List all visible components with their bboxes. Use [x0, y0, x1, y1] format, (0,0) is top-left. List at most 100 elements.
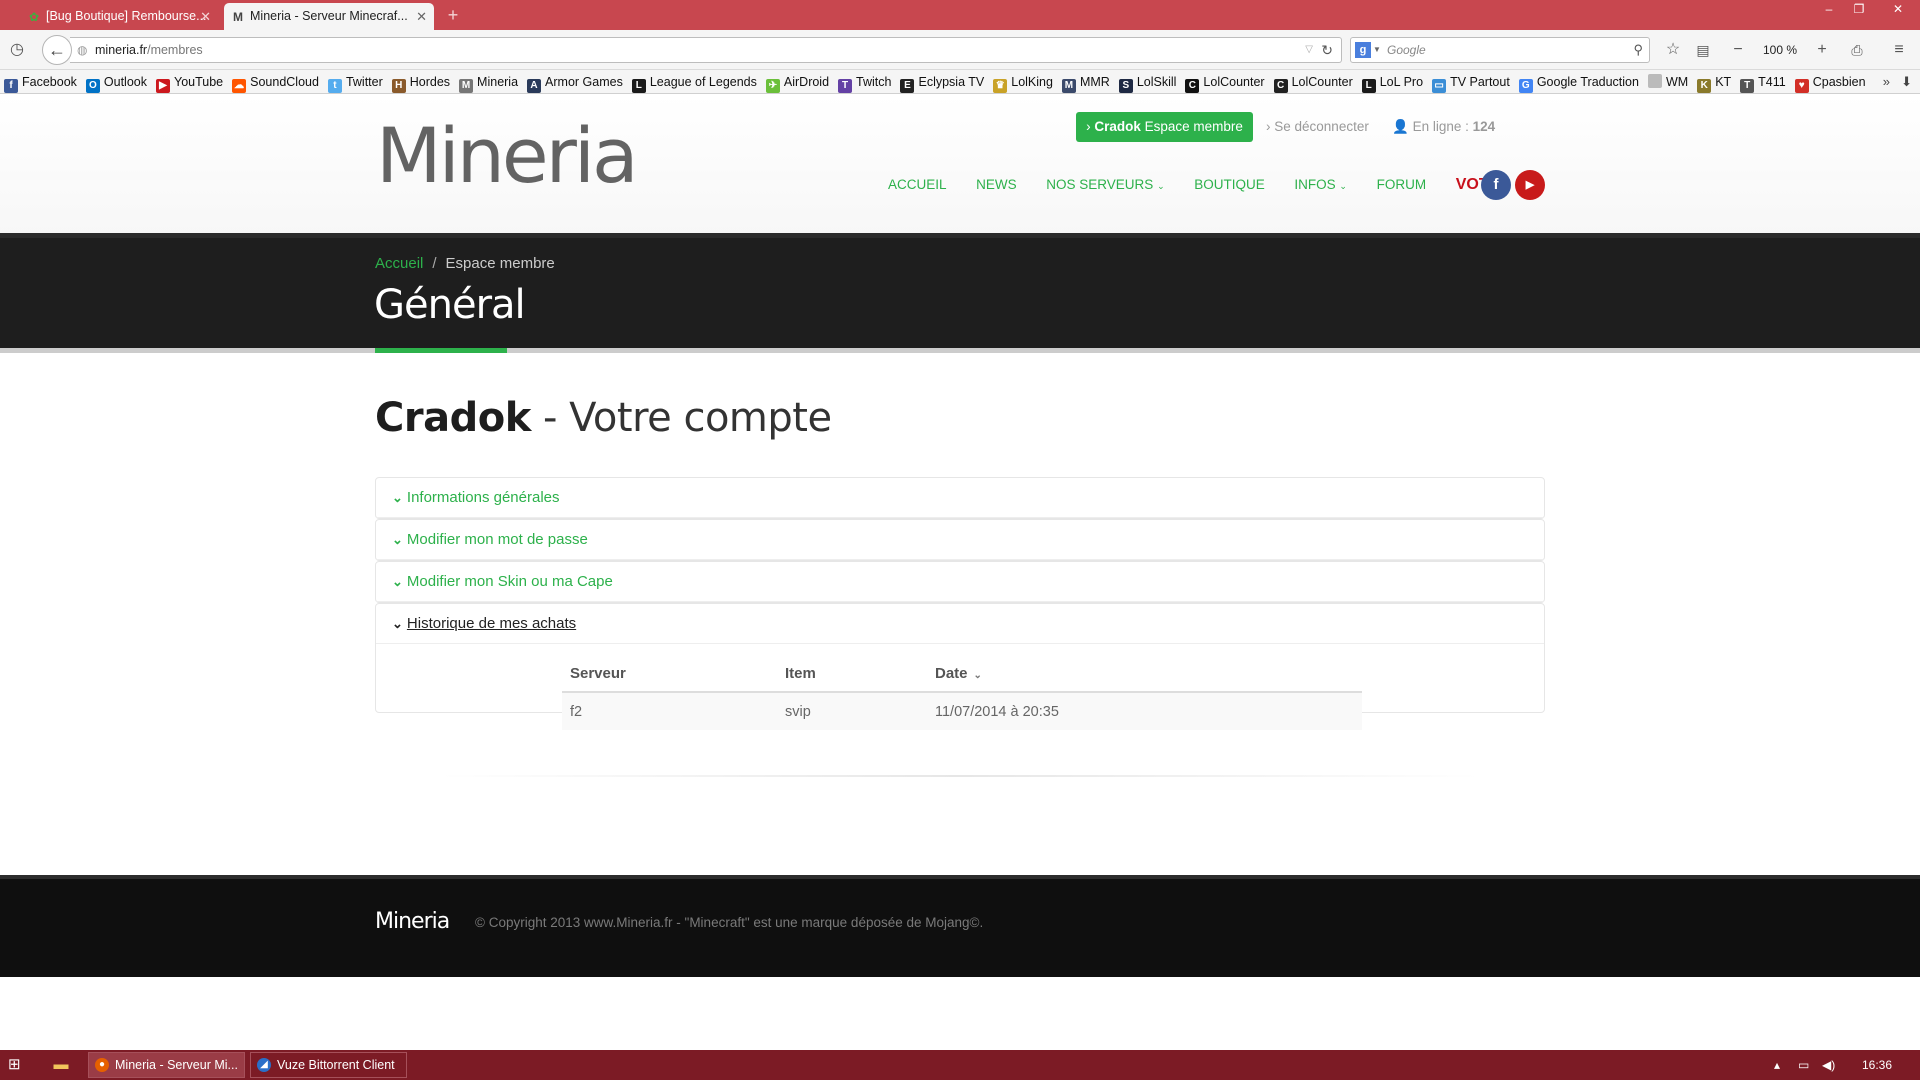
bookmark-item[interactable]: K KT	[1697, 70, 1731, 93]
bookmark-item[interactable]: E Eclypsia TV	[900, 70, 984, 93]
bookmark-star-icon[interactable]: ☆	[1662, 39, 1684, 61]
youtube-icon[interactable]: ▶	[1515, 170, 1545, 200]
download-icon[interactable]: ⬇	[1901, 70, 1912, 93]
bookmark-icon: ▶	[156, 79, 170, 93]
bookmark-item[interactable]: ✈ AirDroid	[765, 70, 829, 93]
column-header-serveur[interactable]: Serveur	[562, 656, 777, 693]
taskbar-vuze[interactable]: ◢ Vuze Bittorrent Client	[250, 1052, 407, 1078]
tab-bug-boutique[interactable]: ✿ [Bug Boutique] Remboursе... ✕	[20, 3, 218, 30]
bookmark-item[interactable]: T Twitch	[838, 70, 891, 93]
menu-nos-serveurs[interactable]: NOS SERVEURS ⌄	[1046, 168, 1164, 203]
bookmark-item[interactable]: H Hordes	[391, 70, 450, 93]
chevron-right-icon: ›	[1086, 119, 1091, 134]
folder-icon[interactable]: ▬	[50, 1055, 72, 1075]
taskbar-firefox[interactable]: ● Mineria - Serveur Mi...	[88, 1052, 245, 1078]
reload-icon[interactable]: ↻	[1321, 38, 1333, 62]
close-window-icon[interactable]: ✕	[1880, 0, 1916, 20]
new-tab-button[interactable]: +	[442, 3, 464, 27]
bookmark-item[interactable]: A Armor Games	[527, 70, 623, 93]
bookmark-item[interactable]: ▭ TV Partout	[1432, 70, 1510, 93]
breadcrumb-home[interactable]: Accueil	[375, 255, 423, 272]
panel-change-skin: ⌄ Modifier mon Skin ou ma Cape	[375, 561, 1545, 603]
bookmark-item[interactable]: ☁ SoundCloud	[232, 70, 319, 93]
close-tab-icon[interactable]: ✕	[200, 3, 211, 30]
engine-dropdown-icon[interactable]: ▼	[1373, 38, 1381, 62]
column-header-date-label: Date	[935, 665, 968, 682]
panel-general-info: ⌄ Informations générales	[375, 477, 1545, 519]
panel-header[interactable]: ⌄ Historique de mes achats	[376, 604, 1544, 644]
url-bar[interactable]: ◍ mineria.fr/membres ▽ ↻	[70, 37, 1342, 63]
bookmark-item[interactable]: O Outlook	[85, 70, 147, 93]
bookmark-item[interactable]: C LolCounter	[1185, 70, 1265, 93]
bookmark-icon: E	[900, 79, 915, 93]
globe-icon: ◍	[77, 43, 88, 57]
bookmark-item[interactable]: f Facebook	[4, 70, 77, 93]
mineria-icon: M	[233, 10, 243, 24]
bookmark-item[interactable]: M MMR	[1061, 70, 1110, 93]
tab-label: [Bug Boutique] Remboursе...	[46, 9, 207, 23]
online-count: 👤 En ligne : 124	[1392, 112, 1495, 142]
bookmark-icon: M	[1061, 79, 1076, 93]
facebook-icon[interactable]: f	[1481, 170, 1511, 200]
page-banner: Accueil / Espace membre Général	[0, 233, 1920, 353]
zoom-level[interactable]: 100 %	[1762, 39, 1798, 61]
panel-header[interactable]: ⌄ Informations générales	[376, 478, 1544, 518]
reading-list-icon[interactable]: ▤	[1692, 39, 1714, 61]
logout-link[interactable]: › Se déconnecter	[1266, 112, 1369, 142]
column-header-item[interactable]: Item	[777, 656, 927, 693]
bookmark-item[interactable]: WM	[1647, 70, 1688, 93]
url-dropdown-icon[interactable]: ▽	[1305, 38, 1313, 62]
bookmark-item[interactable]: t Twitter	[327, 70, 383, 93]
minimize-icon[interactable]: –	[1816, 0, 1842, 20]
network-icon[interactable]: ▭	[1798, 1050, 1809, 1080]
bookmark-item[interactable]: C LolCounter	[1273, 70, 1353, 93]
bookmark-item[interactable]: L LoL Pro	[1361, 70, 1423, 93]
search-input[interactable]: g ▼ Google ⚲	[1350, 37, 1650, 63]
panel-title: Historique de mes achats	[406, 615, 577, 632]
breadcrumb: Accueil / Espace membre	[375, 255, 555, 272]
bookmark-icon: T	[838, 79, 853, 93]
more-bookmarks-icon[interactable]: »	[1883, 70, 1890, 93]
bookmark-item[interactable]: L League of Legends	[631, 70, 757, 93]
restore-icon[interactable]: ❐	[1846, 0, 1872, 20]
cell-date: 11/07/2014 à 20:35	[927, 692, 1362, 730]
chevron-down-icon: ⌄	[392, 532, 403, 547]
windows-start-icon[interactable]: ⊞	[8, 1056, 28, 1074]
bookmark-item[interactable]: G Google Traduction	[1518, 70, 1639, 93]
menu-forum[interactable]: FORUM	[1377, 168, 1427, 202]
bookmark-icon: M	[459, 79, 474, 93]
menu-news[interactable]: NEWS	[976, 168, 1017, 202]
bookmark-item[interactable]: ♛ LolKing	[993, 70, 1053, 93]
bookmark-label: Google Traduction	[1536, 75, 1639, 89]
bookmark-item[interactable]: ♥ Cpasbien	[1794, 70, 1866, 93]
volume-icon[interactable]: ◀)	[1822, 1050, 1835, 1080]
zoom-out-icon[interactable]: −	[1727, 39, 1749, 61]
panel-header[interactable]: ⌄ Modifier mon Skin ou ma Cape	[376, 562, 1544, 602]
bookmark-item[interactable]: T T411	[1740, 70, 1786, 93]
table-header-row: Serveur Item Date ⌄	[562, 656, 1362, 693]
panel-header[interactable]: ⌄ Modifier mon mot de passe	[376, 520, 1544, 560]
column-header-date[interactable]: Date ⌄	[927, 656, 1362, 693]
print-icon[interactable]: ⎙	[1846, 39, 1868, 61]
bookmark-item[interactable]: S LolSkill	[1118, 70, 1176, 93]
tab-mineria[interactable]: M Mineria - Serveur Minecraf... ✕	[224, 3, 434, 30]
zoom-in-icon[interactable]: +	[1811, 39, 1833, 61]
menu-accueil[interactable]: ACCUEIL	[888, 168, 947, 202]
menu-boutique[interactable]: BOUTIQUE	[1194, 168, 1265, 202]
menu-infos[interactable]: INFOS ⌄	[1294, 168, 1347, 203]
member-area-button[interactable]: › Cradok Espace membre	[1076, 112, 1253, 142]
bookmark-item[interactable]: ▶ YouTube	[156, 70, 223, 93]
site-logo[interactable]: Mineria	[376, 111, 639, 201]
clock[interactable]: 16:36	[1862, 1050, 1892, 1080]
close-tab-icon[interactable]: ✕	[416, 3, 427, 30]
bookmark-label: Armor Games	[545, 75, 623, 89]
leaf-icon: ✿	[28, 10, 40, 24]
back-button[interactable]: ←	[42, 35, 72, 65]
search-placeholder: Google	[1387, 43, 1426, 57]
bookmark-item[interactable]: M Mineria	[459, 70, 518, 93]
menu-icon[interactable]: ≡	[1888, 39, 1910, 61]
history-icon[interactable]: ◷	[6, 39, 28, 61]
title-underline	[375, 348, 507, 353]
tray-expand-icon[interactable]: ▴	[1774, 1050, 1780, 1080]
search-icon[interactable]: ⚲	[1633, 38, 1643, 62]
